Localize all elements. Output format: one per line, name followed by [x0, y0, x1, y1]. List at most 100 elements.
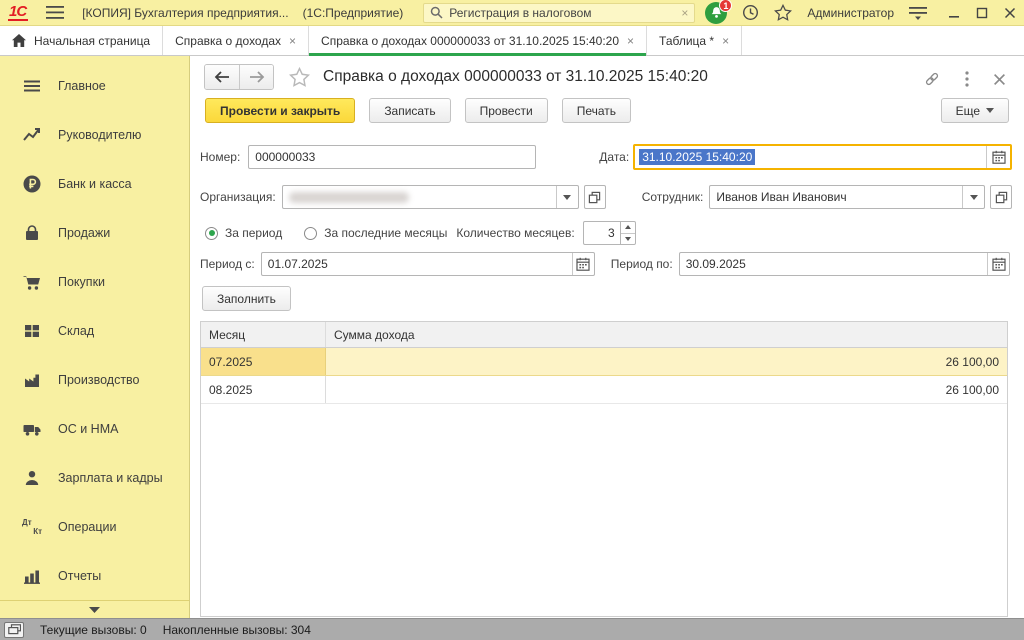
- sidebar-item-label: Отчеты: [58, 568, 102, 583]
- period-to-value: 30.09.2025: [685, 257, 746, 271]
- amount-cell[interactable]: 26 100,00: [326, 376, 1007, 403]
- organization-dropdown-button[interactable]: [555, 186, 578, 208]
- sidebar-item-main[interactable]: Главное: [0, 61, 189, 110]
- organization-open-button[interactable]: [583, 185, 606, 209]
- sidebar-item-bank-cash[interactable]: Банк и касса: [0, 159, 189, 208]
- amount-cell[interactable]: 26 100,00: [326, 348, 1007, 375]
- sidebar-item-purchases[interactable]: Покупки: [0, 257, 189, 306]
- tab-label: Справка о доходах: [175, 33, 282, 48]
- organization-input[interactable]: [281, 185, 579, 209]
- period-to-input[interactable]: 30.09.2025: [678, 252, 1010, 276]
- table-row[interactable]: 07.2025 26 100,00: [201, 348, 1007, 376]
- favorites-star-icon[interactable]: [774, 4, 793, 21]
- sidebar-item-manager[interactable]: Руководителю: [0, 110, 189, 159]
- period-to-label: Период по:: [610, 257, 673, 271]
- last-months-radio-label: За последние месяцы: [324, 226, 448, 240]
- current-user[interactable]: Администратор: [807, 6, 894, 20]
- favorite-star-icon[interactable]: [289, 67, 310, 87]
- history-icon[interactable]: [742, 4, 759, 21]
- tab-label: Начальная страница: [34, 33, 151, 48]
- tab-spravka-list[interactable]: Справка о доходах ×: [163, 26, 310, 55]
- more-button[interactable]: Еще: [940, 98, 1009, 123]
- stepper-up-icon[interactable]: [620, 222, 635, 234]
- global-search-input[interactable]: Регистрация в налоговом ×: [423, 2, 696, 23]
- sidebar-item-reports[interactable]: Отчеты: [0, 551, 189, 600]
- sidebar-item-sales[interactable]: Продажи: [0, 208, 189, 257]
- sidebar-item-label: Руководителю: [58, 127, 142, 142]
- shopping-bag-icon: [22, 223, 42, 243]
- sidebar-item-label: Склад: [58, 323, 95, 338]
- 1c-logo: 1С: [8, 3, 29, 21]
- search-clear-icon[interactable]: ×: [681, 7, 688, 19]
- forward-button[interactable]: [239, 65, 273, 89]
- back-button[interactable]: [205, 65, 239, 89]
- sidebar-item-warehouse[interactable]: Склад: [0, 306, 189, 355]
- tab-close-icon[interactable]: ×: [289, 35, 296, 47]
- sidebar-item-production[interactable]: Производство: [0, 355, 189, 404]
- window-title: [КОПИЯ] Бухгалтерия предприятия...: [82, 5, 289, 20]
- print-button[interactable]: Печать: [561, 98, 631, 123]
- document-form: Справка о доходах 000000033 от 31.10.202…: [190, 56, 1024, 618]
- date-calendar-button[interactable]: [986, 146, 1010, 168]
- server-calls-icon[interactable]: [4, 621, 24, 638]
- period-from-value: 01.07.2025: [267, 257, 328, 271]
- tab-spravka-document[interactable]: Справка о доходах 000000033 от 31.10.202…: [309, 26, 648, 56]
- maximize-button[interactable]: [976, 7, 988, 19]
- shopping-cart-icon: [22, 272, 42, 292]
- months-count-stepper[interactable]: [620, 221, 636, 245]
- fill-button[interactable]: Заполнить: [202, 286, 291, 311]
- notification-badge: 1: [719, 0, 733, 12]
- minimize-button[interactable]: [948, 7, 960, 19]
- period-radio-label: За период: [225, 226, 283, 240]
- service-menu-icon[interactable]: [909, 6, 927, 20]
- organization-label: Организация:: [200, 190, 276, 204]
- tab-close-icon[interactable]: ×: [722, 35, 729, 47]
- get-link-icon[interactable]: [923, 70, 941, 88]
- employee-open-button[interactable]: [990, 185, 1012, 209]
- tab-label: Справка о доходах 000000033 от 31.10.202…: [321, 33, 620, 48]
- stepper-down-icon[interactable]: [621, 234, 635, 245]
- date-input[interactable]: 31.10.2025 15:40:20: [633, 144, 1012, 170]
- tab-home[interactable]: Начальная страница: [0, 26, 164, 55]
- status-bar: Текущие вызовы: 0 Накопленные вызовы: 30…: [0, 618, 1024, 640]
- number-input[interactable]: 000000033: [248, 145, 537, 169]
- write-button[interactable]: Записать: [369, 98, 451, 123]
- column-header-amount[interactable]: Сумма дохода: [326, 322, 1007, 347]
- table-row[interactable]: 08.2025 26 100,00: [201, 376, 1007, 404]
- post-and-close-button[interactable]: Провести и закрыть: [205, 98, 356, 123]
- sidebar-item-payroll-hr[interactable]: Зарплата и кадры: [0, 453, 189, 502]
- employee-input[interactable]: Иванов Иван Иванович: [709, 185, 985, 209]
- column-header-month[interactable]: Месяц: [201, 322, 326, 347]
- sidebar-item-operations[interactable]: Дт Кт Операции: [0, 502, 189, 551]
- tab-close-icon[interactable]: ×: [627, 35, 634, 47]
- date-label: Дата:: [599, 150, 630, 164]
- more-dots-icon[interactable]: [965, 71, 969, 87]
- tab-table[interactable]: Таблица * ×: [647, 26, 743, 55]
- employee-dropdown-button[interactable]: [962, 186, 984, 208]
- sidebar-expand-button[interactable]: [0, 600, 189, 618]
- months-count-label: Количество месяцев:: [456, 226, 575, 240]
- last-months-radio[interactable]: [304, 226, 318, 240]
- employee-label: Сотрудник:: [641, 190, 704, 204]
- main-menu-icon[interactable]: [46, 6, 65, 19]
- search-icon: [430, 6, 443, 19]
- truck-icon: [22, 419, 42, 439]
- sidebar-item-fixed-assets[interactable]: ОС и НМА: [0, 404, 189, 453]
- notifications-button[interactable]: 1: [705, 0, 733, 24]
- person-icon: [22, 468, 42, 488]
- bar-chart-icon: [22, 566, 42, 586]
- close-window-button[interactable]: [1004, 7, 1016, 19]
- post-button[interactable]: Провести: [464, 98, 548, 123]
- section-panel: Главное Руководителю Банк и касса Продаж…: [0, 56, 190, 618]
- month-cell[interactable]: 07.2025: [201, 348, 326, 375]
- month-cell[interactable]: 08.2025: [201, 376, 326, 403]
- period-to-calendar-button[interactable]: [987, 253, 1009, 275]
- close-document-icon[interactable]: [993, 73, 1006, 86]
- date-selected-text: 31.10.2025 15:40:20: [639, 149, 756, 165]
- period-radio[interactable]: [205, 226, 218, 240]
- period-from-input[interactable]: 01.07.2025: [260, 252, 595, 276]
- period-from-calendar-button[interactable]: [571, 253, 594, 275]
- sidebar-item-label: Банк и касса: [58, 176, 132, 191]
- current-calls-text: Текущие вызовы: 0: [40, 622, 147, 637]
- months-count-input[interactable]: 3: [582, 221, 621, 245]
